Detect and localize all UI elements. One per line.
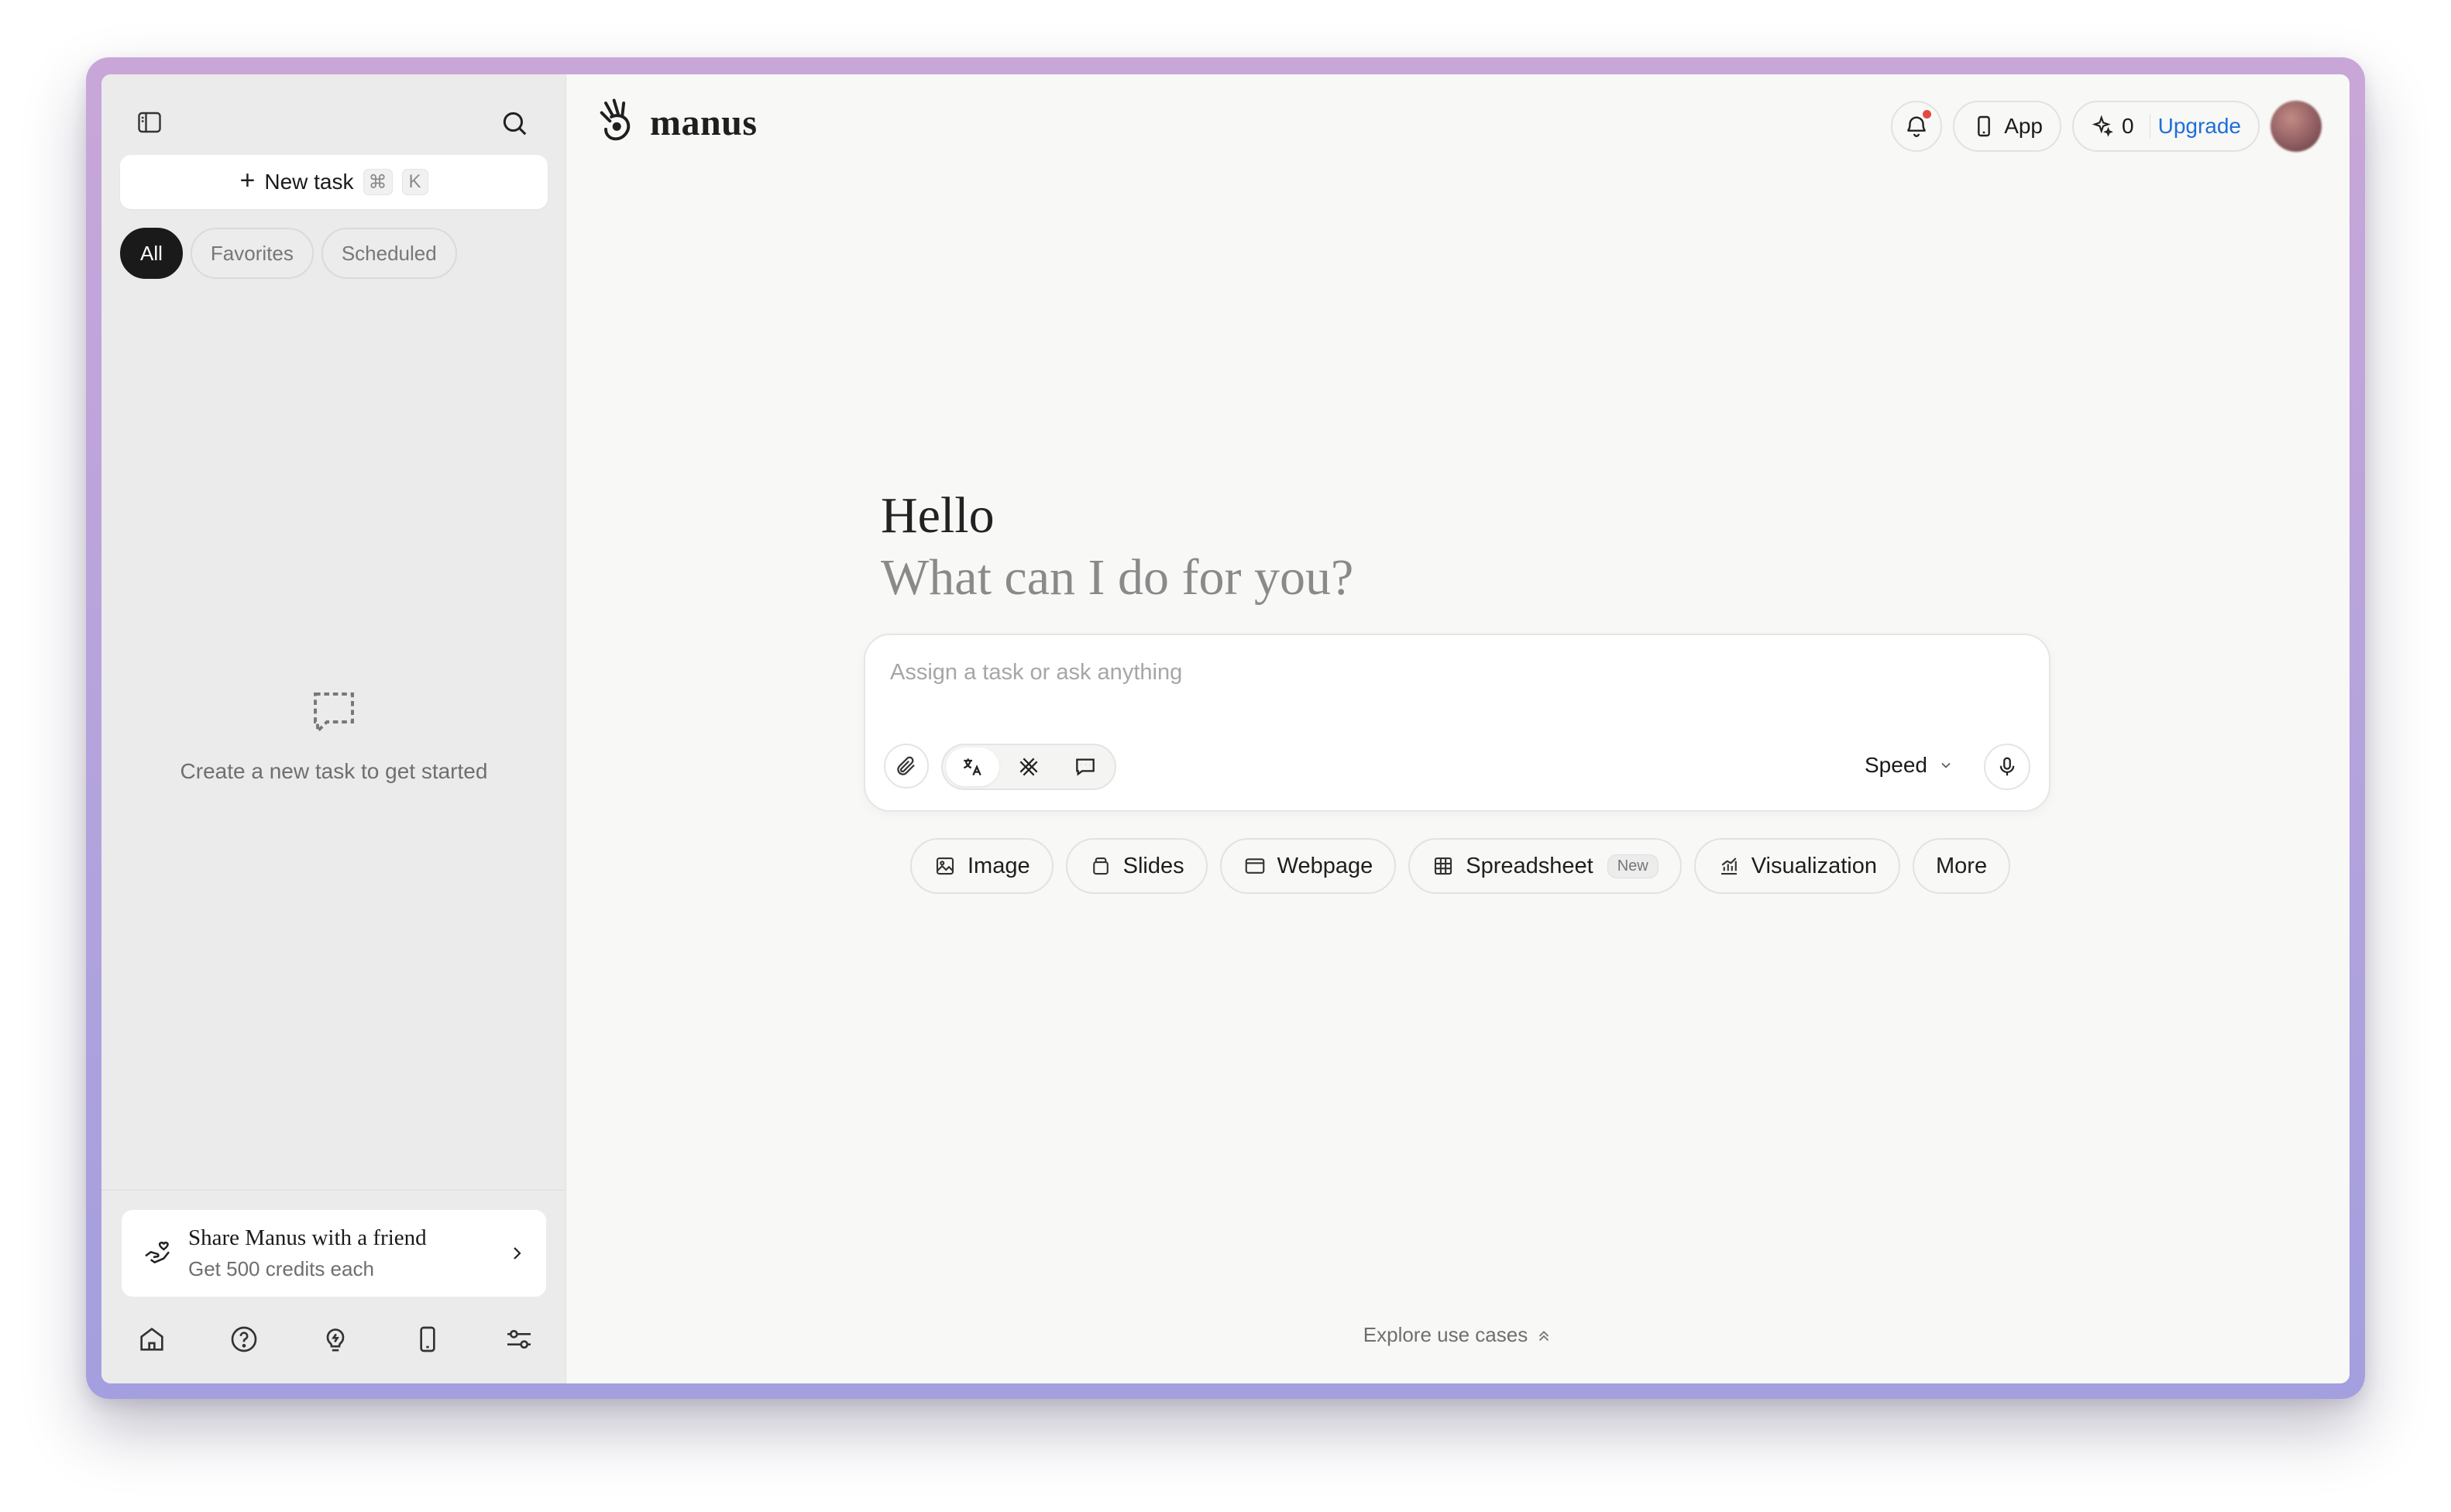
sidebar-divider	[101, 1190, 566, 1191]
action-slides-label: Slides	[1122, 853, 1184, 878]
attach-button[interactable]	[884, 744, 929, 789]
table-icon	[1435, 857, 1452, 875]
greeting-title: Hello	[881, 487, 995, 544]
app-button-label: App	[2004, 114, 2044, 138]
shortcut-k-key: K	[401, 169, 428, 195]
browser-icon	[1245, 858, 1264, 874]
notifications-button[interactable]	[1891, 101, 1943, 152]
credits-pill[interactable]: 0 Upgrade	[2072, 101, 2260, 152]
app-logo[interactable]: manus	[597, 98, 758, 147]
connector-toolbar	[941, 744, 1116, 790]
credits-count: 0	[2122, 114, 2134, 138]
upgrade-link[interactable]: Upgrade	[2158, 114, 2241, 139]
shortcut-command-key: ⌘	[363, 169, 393, 195]
chevron-down-icon	[1941, 762, 1951, 768]
search-button[interactable]	[497, 105, 532, 141]
app-name: manus	[650, 101, 758, 143]
new-task-button[interactable]: + New task ⌘ K	[120, 155, 548, 209]
sparkle-icon	[2092, 115, 2113, 137]
search-icon	[503, 112, 527, 136]
mode-selector[interactable]: Speed	[1865, 753, 1954, 778]
chat-tool-button[interactable]	[1058, 747, 1112, 786]
app-window: + New task ⌘ K All Favorites Scheduled C…	[101, 74, 2350, 1383]
filter-scheduled[interactable]: Scheduled	[321, 228, 457, 279]
task-filters: All Favorites Scheduled	[120, 228, 457, 279]
explore-use-cases: Explore use cases	[101, 1323, 2350, 1347]
sidebar-panel-icon	[138, 112, 161, 133]
sidebar-toggle-button[interactable]	[132, 105, 167, 139]
user-avatar[interactable]	[2271, 101, 2322, 152]
agent-translate-icon	[964, 758, 982, 776]
voice-input-button[interactable]	[1984, 744, 2030, 790]
new-task-label: New task	[264, 170, 354, 194]
action-spreadsheet[interactable]: Spreadsheet New	[1408, 838, 1682, 894]
action-more[interactable]: More	[1913, 838, 2011, 894]
filter-all[interactable]: All	[120, 228, 183, 279]
plus-icon: +	[239, 166, 256, 195]
action-image[interactable]: Image	[910, 838, 1054, 894]
task-input[interactable]: Assign a task or ask anything	[890, 660, 1182, 686]
quick-actions: Image Slides Webpage Spreadsheet New Vis…	[910, 838, 2011, 894]
action-image-label: Image	[968, 853, 1030, 878]
action-webpage[interactable]: Webpage	[1219, 838, 1397, 894]
chat-bubble-icon	[1075, 758, 1095, 776]
share-title: Share Manus with a friend	[188, 1225, 427, 1250]
chevron-double-up-icon	[1539, 1330, 1549, 1341]
phone-icon	[1978, 115, 1991, 137]
integrations-icon	[1019, 758, 1038, 776]
hand-heart-icon	[145, 1241, 170, 1264]
action-more-label: More	[1936, 853, 1988, 878]
translate-tool-button[interactable]	[946, 747, 999, 786]
slides-icon	[1092, 857, 1109, 875]
share-referral-card[interactable]: Share Manus with a friend Get 500 credit…	[122, 1210, 546, 1297]
paperclip-icon	[897, 756, 915, 775]
filter-favorites[interactable]: Favorites	[190, 228, 314, 279]
empty-state-text: Create a new task to get started	[180, 759, 488, 783]
app-download-button[interactable]: App	[1953, 101, 2062, 152]
greeting-subtitle: What can I do for you?	[881, 549, 1354, 606]
action-webpage-label: Webpage	[1277, 853, 1373, 878]
integrations-tool-button[interactable]	[1002, 747, 1056, 786]
microphone-icon	[1999, 757, 2015, 776]
image-icon	[936, 857, 954, 875]
notification-dot	[1923, 110, 1932, 119]
new-badge: New	[1607, 854, 1659, 878]
sidebar: + New task ⌘ K All Favorites Scheduled C…	[101, 74, 566, 1383]
empty-chat-icon	[306, 685, 362, 741]
explore-use-cases-link[interactable]: Explore use cases	[1363, 1323, 1552, 1347]
action-visualization-label: Visualization	[1751, 853, 1878, 878]
action-slides[interactable]: Slides	[1065, 838, 1208, 894]
chart-icon	[1721, 857, 1737, 875]
header-actions: App 0 Upgrade	[1891, 101, 2322, 152]
action-spreadsheet-label: Spreadsheet	[1466, 853, 1593, 878]
manus-hand-logo-icon	[600, 98, 631, 141]
action-visualization[interactable]: Visualization	[1693, 838, 1901, 894]
chevron-right-icon	[514, 1247, 521, 1259]
mode-label: Speed	[1865, 753, 1927, 777]
explore-label: Explore use cases	[1363, 1323, 1528, 1346]
share-subtitle: Get 500 credits each	[188, 1257, 374, 1280]
task-composer: Assign a task or ask anything Speed	[864, 634, 2051, 812]
